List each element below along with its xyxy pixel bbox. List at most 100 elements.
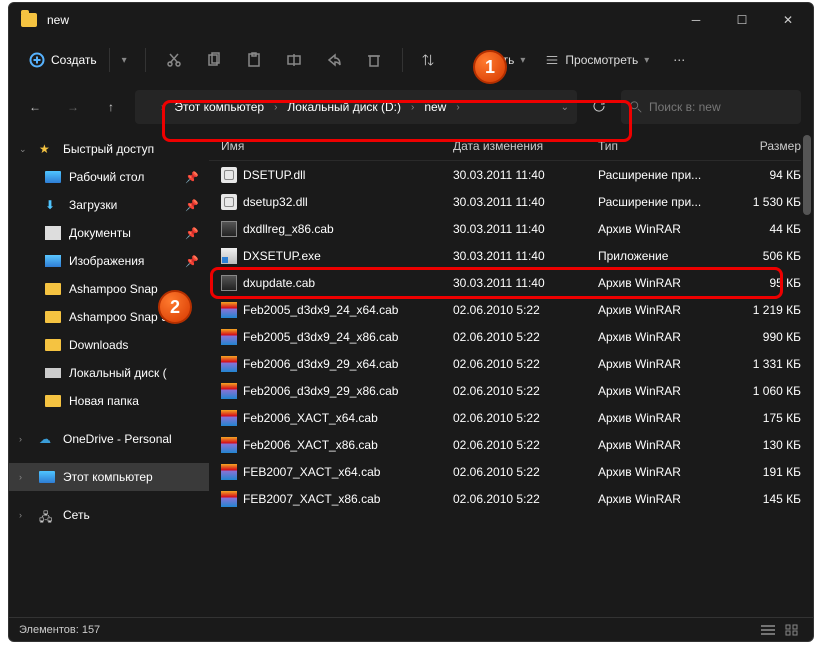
file-date: 30.03.2011 11:40 <box>453 276 598 290</box>
close-button[interactable]: ✕ <box>765 4 811 36</box>
sidebar-network[interactable]: ›🖧Сеть <box>9 501 209 529</box>
history-dropdown[interactable]: ⌄ <box>561 102 569 113</box>
file-row[interactable]: DXSETUP.exe30.03.2011 11:40Приложение506… <box>209 242 801 269</box>
breadcrumb-root[interactable]: Этот компьютер <box>168 98 270 116</box>
file-type: Архив WinRAR <box>598 330 733 344</box>
file-icon <box>221 410 237 426</box>
scroll-thumb[interactable] <box>803 135 811 215</box>
up-button[interactable]: ↑ <box>97 93 125 121</box>
file-size: 191 КБ <box>733 465 801 479</box>
navigation-pane[interactable]: ⌄★Быстрый доступ Рабочий стол📌 ⬇Загрузки… <box>9 131 209 617</box>
file-size: 94 КБ <box>733 168 801 182</box>
file-icon <box>221 329 237 345</box>
file-type: Архив WinRAR <box>598 276 733 290</box>
file-row[interactable]: Feb2006_d3dx9_29_x86.cab02.06.2010 5:22А… <box>209 377 801 404</box>
col-name[interactable]: Имя <box>221 139 453 153</box>
refresh-icon <box>591 98 607 114</box>
file-date: 30.03.2011 11:40 <box>453 195 598 209</box>
file-type: Архив WinRAR <box>598 357 733 371</box>
file-size: 145 КБ <box>733 492 801 506</box>
file-icon <box>221 356 237 372</box>
rename-button[interactable] <box>276 42 312 78</box>
file-icon <box>221 302 237 318</box>
file-name: Feb2006_XACT_x86.cab <box>243 438 378 452</box>
file-row[interactable]: dxdllreg_x86.cab30.03.2011 11:40Архив Wi… <box>209 215 801 242</box>
pin-icon: 📌 <box>185 171 199 184</box>
file-size: 1 060 КБ <box>733 384 801 398</box>
copy-button[interactable] <box>196 42 232 78</box>
file-date: 02.06.2010 5:22 <box>453 357 598 371</box>
more-button[interactable]: ⋯ <box>661 42 697 78</box>
sidebar-onedrive[interactable]: ›☁OneDrive - Personal <box>9 425 209 453</box>
file-row[interactable]: FEB2007_XACT_x64.cab02.06.2010 5:22Архив… <box>209 458 801 485</box>
file-date: 30.03.2011 11:40 <box>453 168 598 182</box>
refresh-button[interactable] <box>587 94 611 121</box>
scrollbar[interactable] <box>801 131 813 617</box>
sidebar-item-pictures[interactable]: Изображения📌 <box>9 247 209 275</box>
title-bar[interactable]: new ─ ☐ ✕ <box>9 3 813 37</box>
sidebar-item[interactable]: Downloads <box>9 331 209 359</box>
file-size: 95 КБ <box>733 276 801 290</box>
annotation-badge-2: 2 <box>158 290 192 324</box>
view-button[interactable]: Просмотреть ▾ <box>537 49 657 71</box>
sidebar-item-desktop[interactable]: Рабочий стол📌 <box>9 163 209 191</box>
file-type: Расширение при... <box>598 168 733 182</box>
file-size: 990 КБ <box>733 330 801 344</box>
new-button[interactable]: Создать ▾ <box>21 44 135 76</box>
col-date[interactable]: Дата изменения <box>453 139 598 153</box>
file-size: 506 КБ <box>733 249 801 263</box>
col-size[interactable]: Размер <box>733 139 801 153</box>
file-size: 44 КБ <box>733 222 801 236</box>
folder-icon <box>143 101 157 113</box>
quick-access[interactable]: ⌄★Быстрый доступ <box>9 135 209 163</box>
minimize-button[interactable]: ─ <box>673 4 719 36</box>
cut-button[interactable] <box>156 42 192 78</box>
file-row[interactable]: Feb2006_d3dx9_29_x64.cab 02.06.2010 5:22А… <box>209 350 801 377</box>
search-box[interactable]: Поиск в: new <box>621 90 801 124</box>
file-row[interactable]: dsetup32.dll 30.03.2011 11:40Расширение п… <box>209 188 801 215</box>
file-row[interactable]: FEB2007_XACT_x86.cab02.06.2010 5:22Архив… <box>209 485 801 512</box>
share-button[interactable] <box>316 42 352 78</box>
file-date: 02.06.2010 5:22 <box>453 411 598 425</box>
delete-button[interactable] <box>356 42 392 78</box>
col-type[interactable]: Тип <box>598 139 733 153</box>
file-size: 130 КБ <box>733 438 801 452</box>
sidebar-item[interactable]: Новая папка <box>9 387 209 415</box>
file-type: Архив WinRAR <box>598 438 733 452</box>
file-type: Расширение при... <box>598 195 733 209</box>
file-row[interactable]: Feb2005_d3dx9_24_x86.cab02.06.2010 5:22А… <box>209 323 801 350</box>
sidebar-this-pc[interactable]: ›Этот компьютер <box>9 463 209 491</box>
sidebar-item-disk[interactable]: Локальный диск ( <box>9 359 209 387</box>
file-date: 30.03.2011 11:40 <box>453 249 598 263</box>
file-type: Приложение <box>598 249 733 263</box>
column-headers[interactable]: Имя Дата изменения Тип Размер <box>209 131 801 161</box>
breadcrumb-folder[interactable]: new <box>418 98 452 116</box>
file-name: Feb2005_d3dx9_24_x86.cab <box>243 330 398 344</box>
file-name: dsetup32.dll <box>243 195 308 209</box>
file-row[interactable]: Feb2006_XACT_x86.cab 02.06.2010 5:22Архив… <box>209 431 801 458</box>
file-row[interactable]: dxupdate.cab30.03.2011 11:40Архив WinRAR… <box>209 269 801 296</box>
file-row[interactable]: DSETUP.dll30.03.2011 11:40Расширение при… <box>209 161 801 188</box>
maximize-button[interactable]: ☐ <box>719 4 765 36</box>
search-placeholder: Поиск в: new <box>649 100 721 114</box>
file-row[interactable]: Feb2005_d3dx9_24_x64.cab02.06.2010 5:22А… <box>209 296 801 323</box>
paste-button[interactable] <box>236 42 272 78</box>
sidebar-item-documents[interactable]: Документы📌 <box>9 219 209 247</box>
file-row[interactable]: Feb2006_XACT_x64.cab02.06.2010 5:22Архив… <box>209 404 801 431</box>
chevron-right-icon: › <box>161 102 164 113</box>
details-view-button[interactable] <box>757 621 779 639</box>
main-area: ⌄★Быстрый доступ Рабочий стол📌 ⬇Загрузки… <box>9 131 813 617</box>
file-date: 02.06.2010 5:22 <box>453 384 598 398</box>
file-date: 02.06.2010 5:22 <box>453 438 598 452</box>
file-name: Feb2006_d3dx9_29_x64.cab <box>243 357 398 371</box>
breadcrumb-drive[interactable]: Локальный диск (D:) <box>281 98 407 116</box>
file-name: Feb2006_d3dx9_29_x86.cab <box>243 384 398 398</box>
sidebar-item-downloads[interactable]: ⬇Загрузки📌 <box>9 191 209 219</box>
file-list[interactable]: DSETUP.dll30.03.2011 11:40Расширение при… <box>209 161 801 617</box>
icons-view-button[interactable] <box>781 621 803 639</box>
file-icon <box>221 464 237 480</box>
back-button[interactable]: ← <box>21 93 49 121</box>
forward-button[interactable]: → <box>59 93 87 121</box>
address-bar[interactable]: › Этот компьютер › Локальный диск (D:) ›… <box>135 90 577 124</box>
file-icon <box>221 248 237 264</box>
